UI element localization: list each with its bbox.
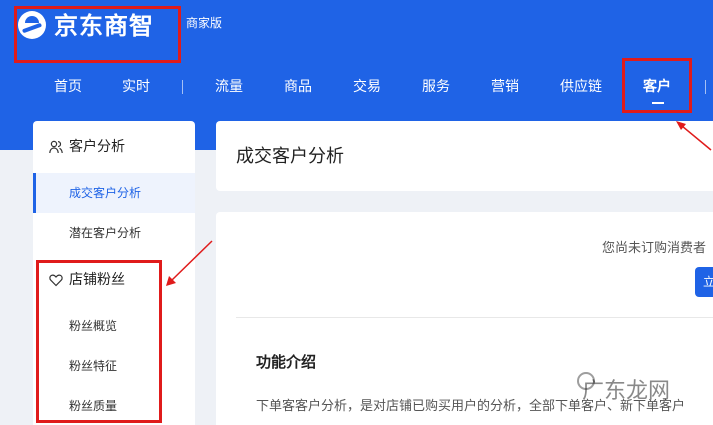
nav-item-traffic[interactable]: 流量 (215, 72, 243, 102)
sidebar-item-potential-customers[interactable]: 潜在客户分析 (33, 213, 195, 253)
nav-separator (182, 80, 183, 94)
nav-item-home[interactable]: 首页 (54, 72, 82, 102)
nav-item-service[interactable]: 服务 (422, 72, 450, 102)
annotation-box-nav-customers (622, 58, 692, 113)
divider (236, 317, 713, 318)
sidebar-group-label: 客户分析 (69, 139, 125, 155)
watermark: 广东龙网 (582, 379, 671, 404)
users-icon (49, 140, 63, 154)
page-title: 成交客户分析 (236, 146, 344, 167)
nav-item-supply-chain[interactable]: 供应链 (560, 72, 602, 102)
nav-item-trade[interactable]: 交易 (353, 72, 381, 102)
page-title-card: 成交客户分析 (216, 121, 713, 191)
feature-intro-title: 功能介绍 (256, 353, 317, 371)
nav-item-marketing[interactable]: 营销 (491, 72, 519, 102)
subscribe-button[interactable]: 立 (695, 267, 713, 297)
annotation-box-store-fans (36, 260, 162, 423)
edition-label: 商家版 (186, 16, 223, 30)
annotation-box-logo (14, 6, 181, 63)
main-nav: 首页 实时 流量 商品 交易 服务 营销 供应链 客户 (0, 72, 713, 102)
sidebar-group-customer-analysis[interactable]: 客户分析 (33, 127, 195, 167)
nav-item-products[interactable]: 商品 (284, 72, 312, 102)
nav-separator (705, 80, 706, 94)
nav-item-realtime[interactable]: 实时 (122, 72, 150, 102)
sidebar-item-transaction-customers[interactable]: 成交客户分析 (33, 173, 195, 213)
subscription-notice: 您尚未订购消费者 (602, 241, 707, 256)
